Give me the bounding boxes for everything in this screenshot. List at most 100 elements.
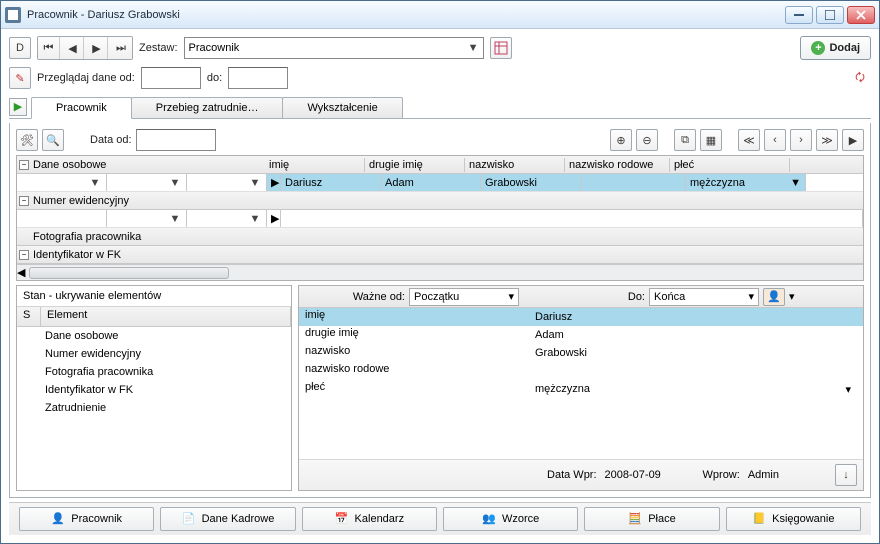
wprow-value: Admin bbox=[748, 469, 779, 481]
group-ident[interactable]: − Identyfikator w FK bbox=[17, 246, 863, 264]
tab-przebieg[interactable]: Przebieg zatrudnie… bbox=[131, 97, 284, 118]
wazne-od-combo[interactable]: Początku▾ bbox=[409, 288, 519, 306]
nav-next-button[interactable]: › bbox=[790, 129, 812, 151]
prev-button[interactable]: ◀ bbox=[62, 37, 84, 59]
first-button[interactable]: ⏮ bbox=[38, 37, 60, 59]
nav-play-button[interactable]: ▶ bbox=[842, 129, 864, 151]
tab-strip: ▶ Pracownik Przebieg zatrudnie… Wykształ… bbox=[9, 95, 871, 119]
wazne-od-label: Ważne od: bbox=[299, 291, 409, 303]
maximize-button[interactable] bbox=[816, 6, 844, 24]
detail-row[interactable]: nazwiskoGrabowski bbox=[299, 344, 863, 362]
do-label: Do: bbox=[519, 291, 649, 303]
table-button[interactable]: ▦ bbox=[700, 129, 722, 151]
group-dane-osobowe[interactable]: − Dane osobowe imię drugie imię nazwisko… bbox=[17, 156, 863, 174]
data-wpr-label: Data Wpr: bbox=[547, 469, 597, 481]
detail-row[interactable]: płećmężczyzna▾ bbox=[299, 380, 863, 398]
data-grid: − Dane osobowe imię drugie imię nazwisko… bbox=[16, 155, 864, 281]
horizontal-scrollbar[interactable]: ◀ bbox=[17, 264, 863, 280]
date-from-input[interactable] bbox=[141, 67, 201, 89]
ledger-icon: 📒 bbox=[752, 512, 766, 526]
calculator-icon: 🧮 bbox=[628, 512, 642, 526]
last-button[interactable]: ⏭ bbox=[110, 37, 132, 59]
down-arrow-button[interactable]: ↓ bbox=[835, 464, 857, 486]
toolbar-row-2: ✎ Przeglądaj dane od: do: 🗘 bbox=[9, 65, 871, 91]
zestaw-label: Zestaw: bbox=[139, 42, 178, 54]
collapse-icon: − bbox=[19, 160, 29, 170]
list-item[interactable]: Identyfikator w FK bbox=[17, 381, 291, 399]
document-icon: 📄 bbox=[182, 512, 196, 526]
list-item[interactable]: Dane osobowe bbox=[17, 327, 291, 345]
group-foto[interactable]: Fotografia pracownika bbox=[17, 228, 863, 246]
detail-footer: Data Wpr: 2008-07-09 Wprow: Admin ↓ bbox=[299, 459, 863, 490]
chevron-down-icon: ▼ bbox=[468, 42, 479, 54]
detail-row-selected[interactable]: imięDariusz bbox=[299, 308, 863, 326]
detail-row[interactable]: nazwisko rodowe bbox=[299, 362, 863, 380]
val-drugie: Adam bbox=[381, 174, 481, 191]
calendar-icon: 📅 bbox=[335, 512, 349, 526]
grid-config-button[interactable] bbox=[490, 37, 512, 59]
do-combo[interactable]: Końca▾ bbox=[649, 288, 759, 306]
list-item[interactable]: Zatrudnienie bbox=[17, 399, 291, 417]
zestaw-combo[interactable]: Pracownik ▼ bbox=[184, 37, 484, 59]
next-button[interactable]: ▶ bbox=[86, 37, 108, 59]
minimize-button[interactable] bbox=[785, 6, 813, 24]
copy-button[interactable]: ⧉ bbox=[674, 129, 696, 151]
search-button[interactable]: 🔍 bbox=[42, 129, 64, 151]
nav-prev-button[interactable]: ‹ bbox=[764, 129, 786, 151]
add-row-button[interactable]: ⊕ bbox=[610, 129, 632, 151]
app-icon bbox=[5, 7, 21, 23]
collapse-icon: − bbox=[19, 196, 29, 206]
nav-last-button[interactable]: ≫ bbox=[816, 129, 838, 151]
data-wpr-value[interactable]: 2008-07-09 bbox=[605, 469, 695, 481]
apptab-kalendarz[interactable]: 📅Kalendarz bbox=[302, 507, 437, 531]
remove-row-button[interactable]: ⊖ bbox=[636, 129, 658, 151]
data-row[interactable]: ▼ ▼ ▶ bbox=[17, 210, 863, 228]
list-item[interactable]: Numer ewidencyjny bbox=[17, 345, 291, 363]
date-to-input[interactable] bbox=[228, 67, 288, 89]
person-icon: 👤 bbox=[51, 512, 65, 526]
data-row-selected[interactable]: ▼ ▼ ▼ ▶ Dariusz Adam Grabowski mężczyzna… bbox=[17, 174, 863, 192]
col-element[interactable]: Element bbox=[41, 307, 291, 326]
sync-icon[interactable]: 🗘 bbox=[849, 67, 871, 89]
person-button[interactable]: 👤 bbox=[763, 288, 785, 306]
toolbar-row-1: D ⏮ ◀ ▶ ⏭ Zestaw: Pracownik ▼ + Dodaj bbox=[9, 35, 871, 61]
data-od-input[interactable] bbox=[136, 129, 216, 151]
apptab-pracownik[interactable]: 👤Pracownik bbox=[19, 507, 154, 531]
apptab-wzorce[interactable]: 👥Wzorce bbox=[443, 507, 578, 531]
bottom-tab-strip: 👤Pracownik 📄Dane Kadrowe 📅Kalendarz 👥Wzo… bbox=[9, 502, 871, 535]
col-imie[interactable]: imię bbox=[265, 158, 365, 172]
apptab-dane-kadrowe[interactable]: 📄Dane Kadrowe bbox=[160, 507, 295, 531]
titlebar: Pracownik - Dariusz Grabowski bbox=[1, 1, 879, 29]
nav-group: ⏮ ◀ ▶ ⏭ bbox=[37, 36, 133, 60]
detail-row[interactable]: drugie imięAdam bbox=[299, 326, 863, 344]
col-s[interactable]: S bbox=[17, 307, 41, 326]
elements-pane: Stan - ukrywanie elementów S Element Dan… bbox=[16, 285, 292, 491]
val-plec[interactable]: mężczyzna▼ bbox=[686, 174, 806, 191]
main-panel: 🛠 🔍 Data od: ⊕ ⊖ ⧉ ▦ ≪ ‹ › ≫ ▶ bbox=[9, 123, 871, 498]
window-title: Pracownik - Dariusz Grabowski bbox=[27, 9, 785, 21]
list-header: S Element bbox=[17, 307, 291, 327]
col-plec[interactable]: płeć bbox=[670, 158, 790, 172]
group-numer[interactable]: − Numer ewidencyjny bbox=[17, 192, 863, 210]
list-item[interactable]: Fotografia pracownika bbox=[17, 363, 291, 381]
run-button[interactable]: ▶ bbox=[9, 98, 27, 116]
data-od-label: Data od: bbox=[90, 134, 132, 146]
add-button[interactable]: + Dodaj bbox=[800, 36, 871, 60]
app-window: Pracownik - Dariusz Grabowski D ⏮ ◀ ▶ ⏭ … bbox=[0, 0, 880, 544]
wprow-label: Wprow: bbox=[703, 469, 740, 481]
nav-first-button[interactable]: ≪ bbox=[738, 129, 760, 151]
collapse-icon: − bbox=[19, 250, 29, 260]
detail-button[interactable]: D bbox=[9, 37, 31, 59]
edit-button[interactable]: ✎ bbox=[9, 67, 31, 89]
col-rodowe[interactable]: nazwisko rodowe bbox=[565, 158, 670, 172]
apptab-place[interactable]: 🧮Płace bbox=[584, 507, 719, 531]
tab-wyksztalcenie[interactable]: Wykształcenie bbox=[282, 97, 402, 118]
close-button[interactable] bbox=[847, 6, 875, 24]
col-drugie[interactable]: drugie imię bbox=[365, 158, 465, 172]
tools-button[interactable]: 🛠 bbox=[16, 129, 38, 151]
tab-pracownik[interactable]: Pracownik bbox=[31, 97, 132, 119]
col-nazwisko[interactable]: nazwisko bbox=[465, 158, 565, 172]
zestaw-value: Pracownik bbox=[189, 42, 240, 54]
apptab-ksiegowanie[interactable]: 📒Księgowanie bbox=[726, 507, 861, 531]
pane-title: Stan - ukrywanie elementów bbox=[17, 286, 291, 307]
